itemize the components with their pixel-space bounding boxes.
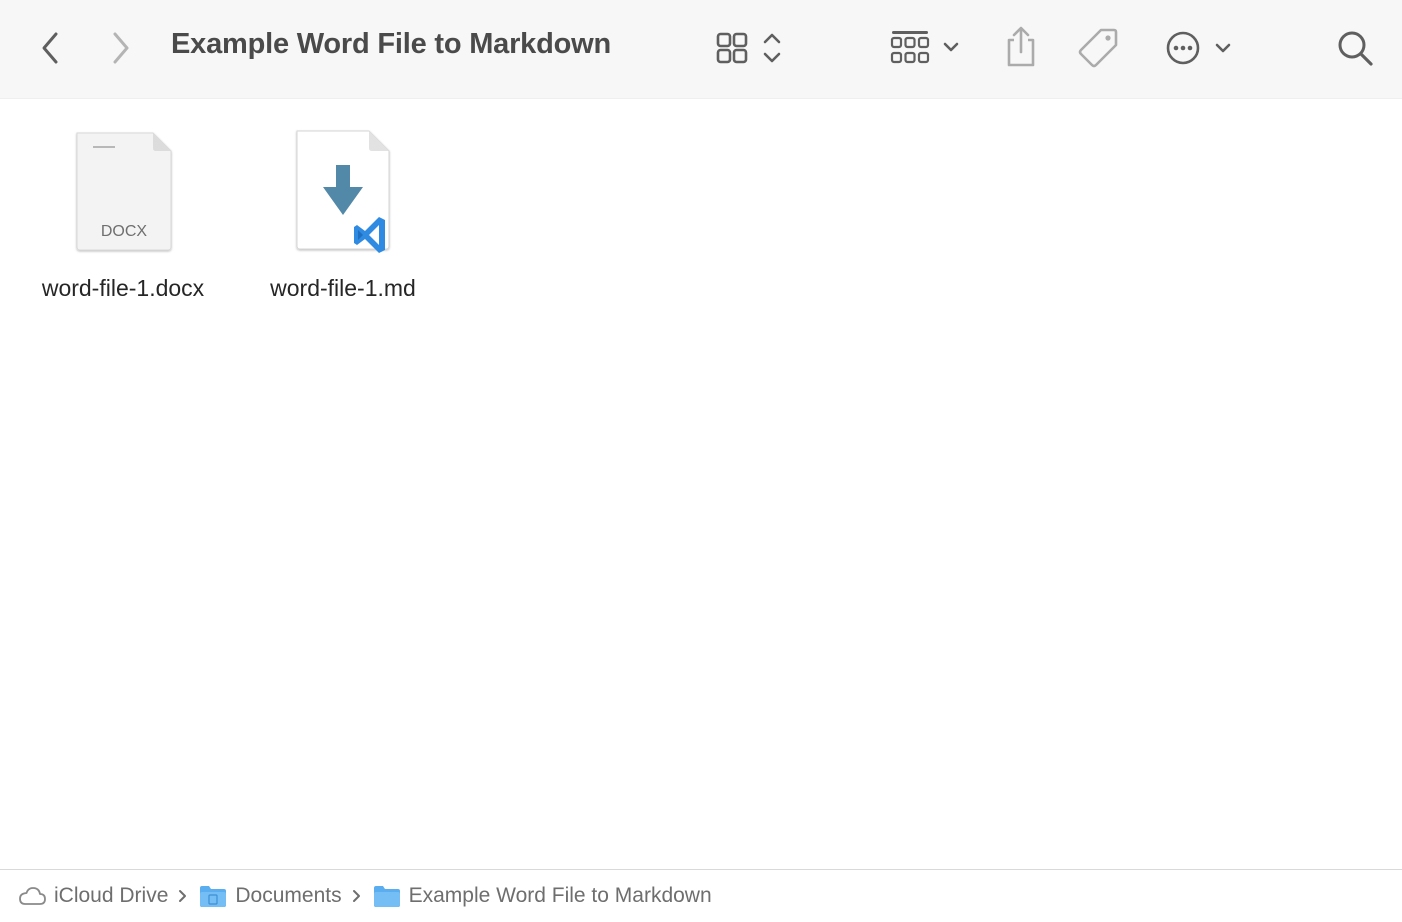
- chevron-right-icon: [352, 889, 362, 903]
- breadcrumb-current-folder[interactable]: Example Word File to Markdown: [373, 884, 712, 908]
- file-item-md[interactable]: word-file-1.md: [238, 129, 448, 302]
- folder-icon: [373, 886, 400, 907]
- group-grid-icon: [890, 31, 959, 64]
- file-item-docx[interactable]: DOCX word-file-1.docx: [18, 129, 228, 302]
- path-bar: iCloud Drive Documents Example Word File…: [0, 869, 1402, 922]
- search-button[interactable]: [1332, 25, 1378, 71]
- share-button[interactable]: [998, 24, 1044, 70]
- window-title: Example Word File to Markdown: [171, 28, 612, 60]
- toolbar: Example Word File to Markdown: [0, 0, 1402, 99]
- icon-grid-icon: [716, 32, 781, 64]
- file-name: word-file-1.md: [270, 275, 416, 301]
- file-name: word-file-1.docx: [41, 275, 205, 301]
- breadcrumb-documents[interactable]: Documents: [199, 884, 342, 908]
- more-actions-button[interactable]: [1162, 26, 1240, 70]
- forward-button[interactable]: [101, 28, 141, 68]
- file-browser-area[interactable]: DOCX word-file-1.docx word-file-1.md: [0, 99, 1402, 869]
- breadcrumb-label: Documents: [235, 884, 342, 907]
- chevron-left-icon: [42, 32, 58, 64]
- documents-folder-icon: [200, 886, 227, 907]
- back-button[interactable]: [30, 28, 70, 68]
- docx-file-icon: DOCX: [63, 129, 183, 255]
- breadcrumb-icloud-drive[interactable]: iCloud Drive: [18, 884, 168, 908]
- tag-button[interactable]: [1076, 24, 1122, 70]
- share-icon: [1007, 26, 1035, 67]
- chevron-right-icon: [113, 32, 129, 64]
- group-button[interactable]: [886, 26, 966, 70]
- breadcrumb-label: Example Word File to Markdown: [408, 884, 712, 907]
- cloud-icon: [19, 887, 46, 905]
- search-icon: [1338, 31, 1373, 66]
- breadcrumb-label: iCloud Drive: [54, 884, 169, 907]
- markdown-file-icon: [283, 129, 403, 255]
- chevron-right-icon: [178, 889, 188, 903]
- ellipsis-circle-icon: [1166, 31, 1231, 65]
- tag-icon: [1078, 28, 1118, 68]
- view-mode-button[interactable]: [712, 26, 792, 70]
- docx-badge-label: DOCX: [100, 223, 148, 240]
